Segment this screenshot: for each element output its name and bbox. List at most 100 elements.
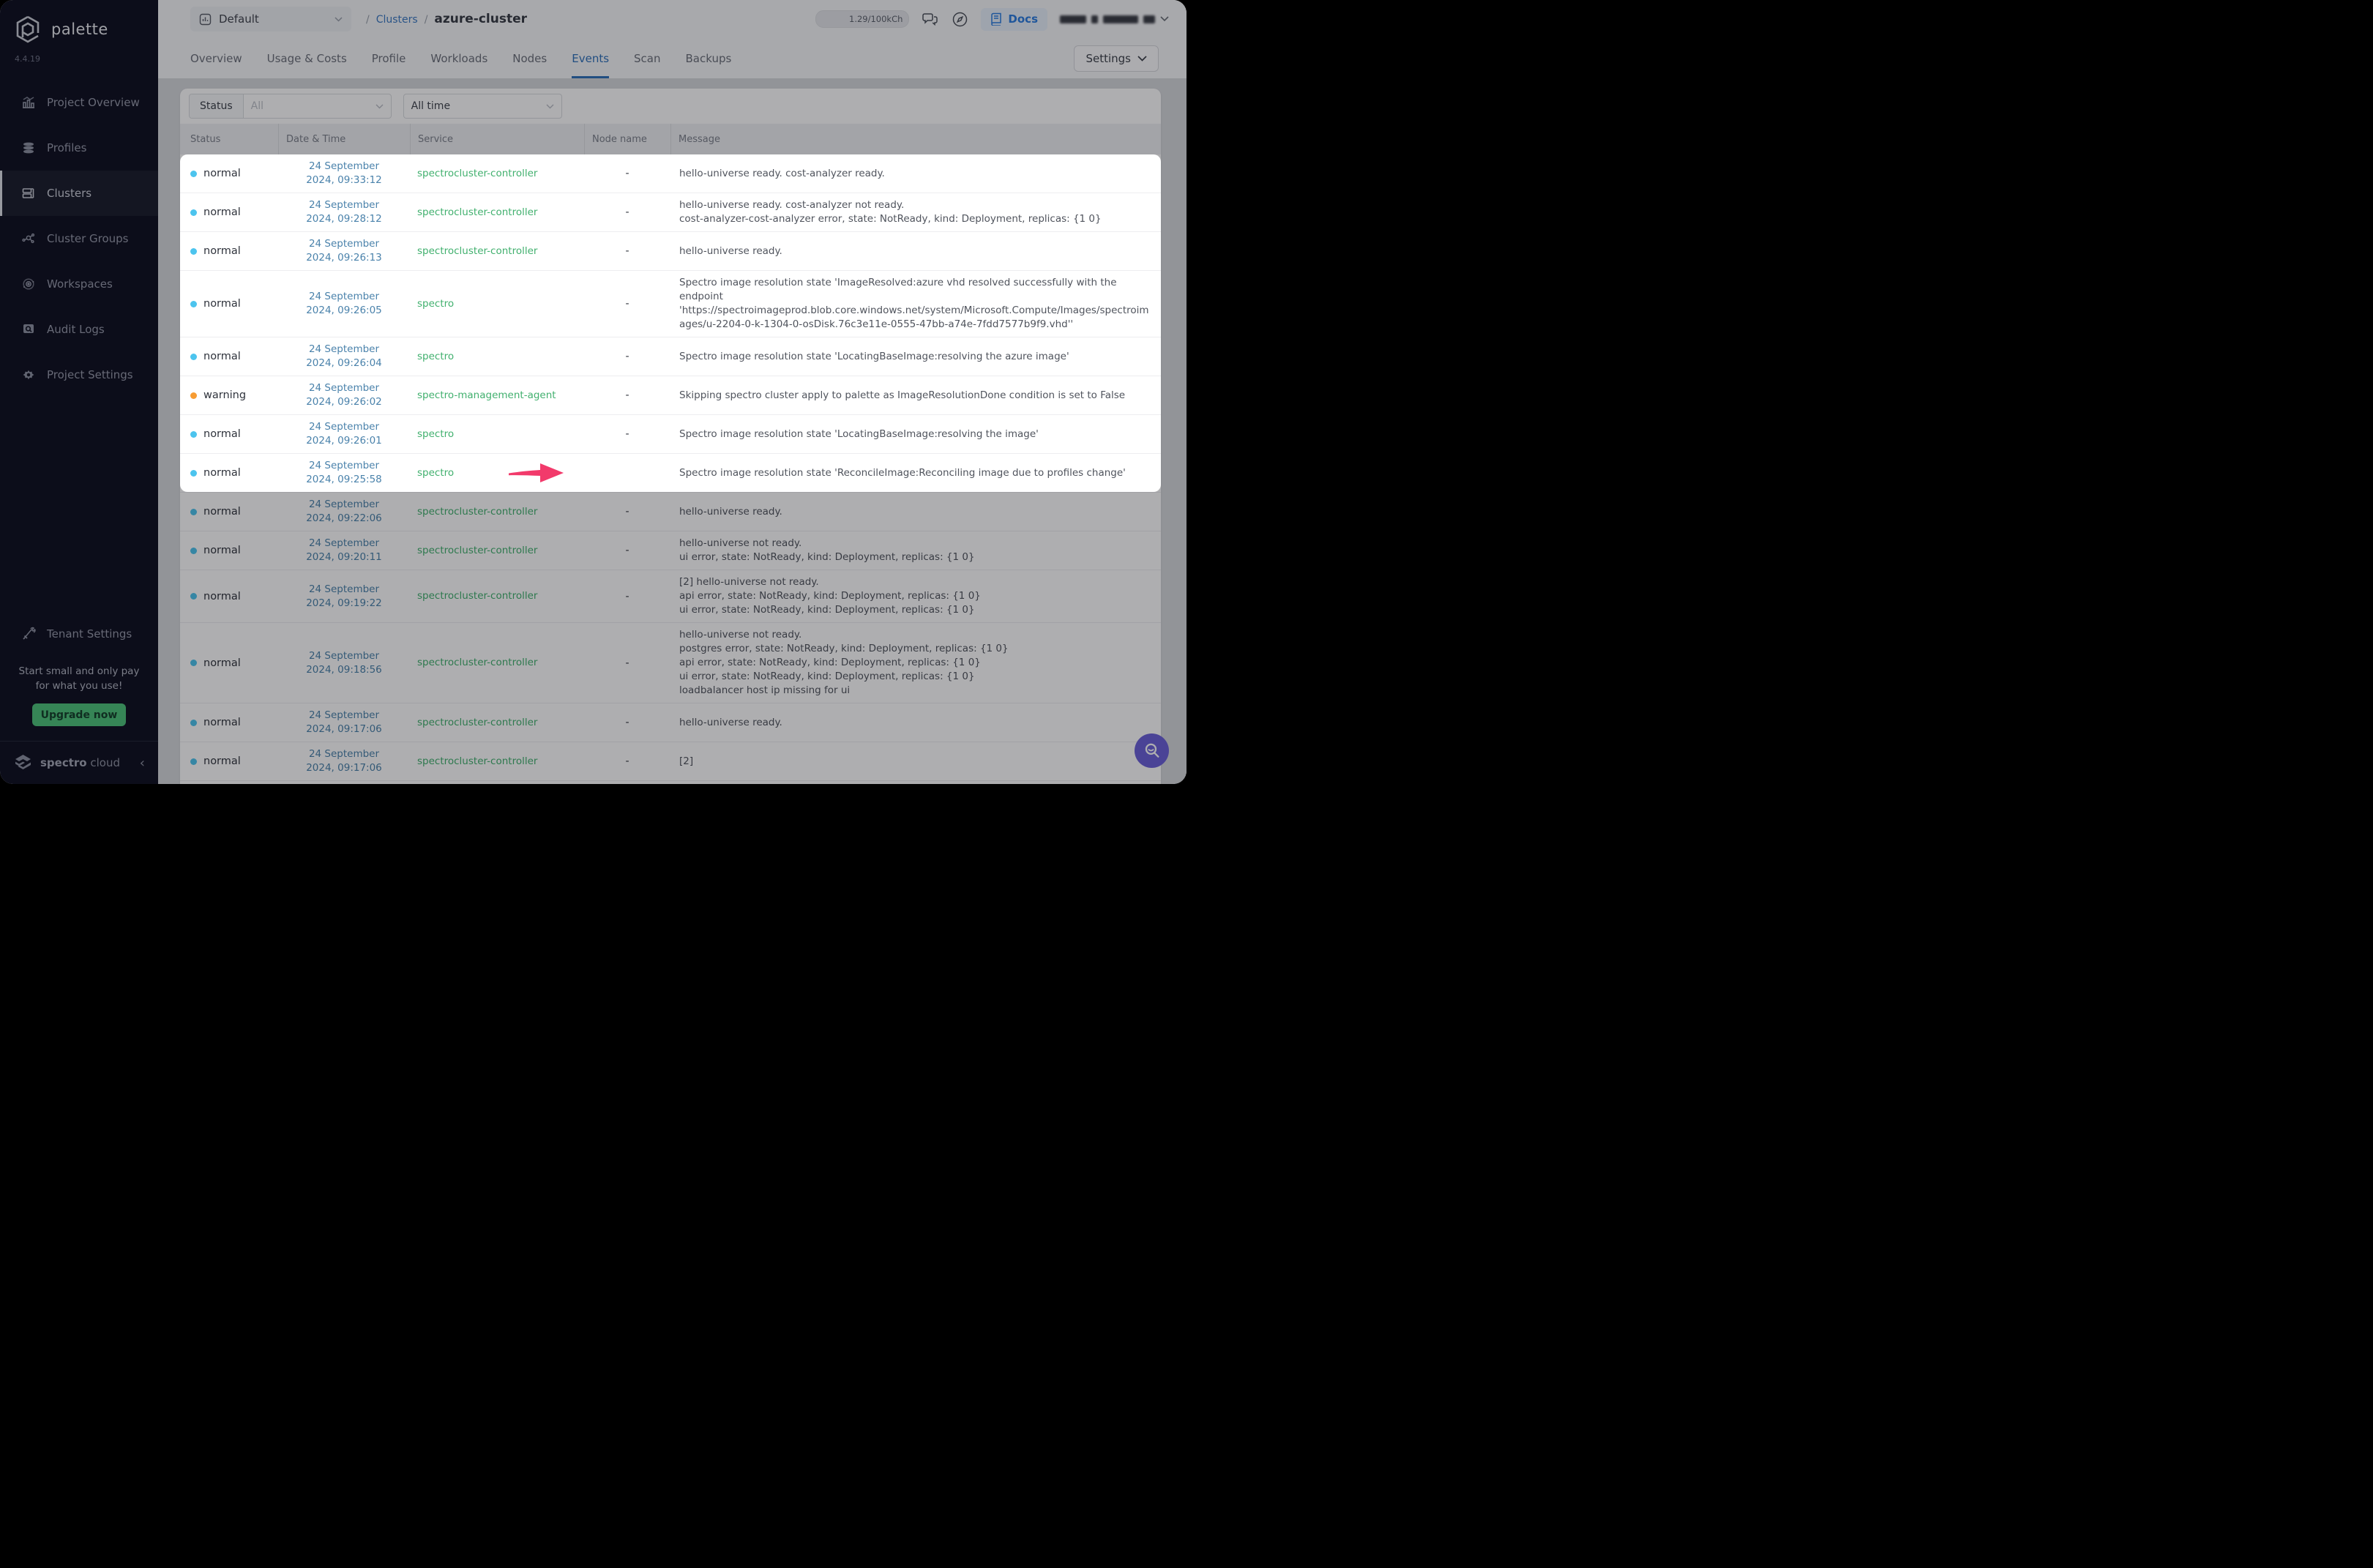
tab-events[interactable]: Events	[572, 38, 609, 78]
redacted-text-block	[1091, 15, 1098, 23]
tab-scan[interactable]: Scan	[634, 38, 660, 78]
events-content: Status All All time Status Date & Time S…	[158, 78, 1186, 784]
node-cell: -	[584, 755, 670, 767]
cluster-groups-icon	[21, 231, 36, 246]
col-status: Status	[180, 124, 278, 154]
chevron-down-icon	[335, 17, 343, 22]
sidebar-item-audit-logs[interactable]: Audit Logs	[0, 307, 158, 352]
gear-icon	[21, 367, 36, 382]
sidebar-item-workspaces[interactable]: Workspaces	[0, 261, 158, 307]
sidebar: palette 4.4.19 Project Overview Profiles…	[0, 0, 158, 784]
tab-overview[interactable]: Overview	[190, 38, 242, 78]
table-row[interactable]: normal 24 September2024, 09:17:06 spectr…	[180, 703, 1161, 742]
date-cell: 24 September2024, 09:17:06	[278, 747, 410, 775]
breadcrumb-clusters-link[interactable]: Clusters	[376, 14, 418, 26]
message-cell: hello-universe ready. cost-analyzer not …	[670, 198, 1161, 226]
sidebar-item-project-overview[interactable]: Project Overview	[0, 80, 158, 125]
sidebar-collapse-icon[interactable]: ‹	[140, 755, 145, 771]
node-cell: -	[584, 545, 670, 556]
search-fab-button[interactable]	[1135, 733, 1169, 768]
chevron-down-icon	[1160, 16, 1169, 22]
node-cell: -	[584, 389, 670, 401]
status-dot-icon	[190, 470, 197, 477]
upgrade-now-button[interactable]: Upgrade now	[32, 703, 126, 726]
logo-row: palette	[0, 0, 158, 47]
table-row[interactable]: normal 24 September2024, 09:18:56 spectr…	[180, 622, 1161, 703]
date-cell: 24 September2024, 09:33:12	[278, 160, 410, 187]
message-cell: Spectro image resolution state 'ImageRes…	[670, 276, 1161, 332]
date-cell: 24 September2024, 09:26:01	[278, 420, 410, 448]
top-toolbar: Default / Clusters / azure-cluster 1.29/…	[158, 0, 1186, 38]
status-cell: normal	[180, 168, 278, 179]
table-row[interactable]: warning 24 September2024, 09:26:02 spect…	[180, 376, 1161, 414]
service-cell: spectro	[410, 350, 584, 364]
tab-workloads[interactable]: Workloads	[430, 38, 487, 78]
filters-bar: Status All All time	[180, 89, 1161, 124]
tab-usage-costs[interactable]: Usage & Costs	[267, 38, 347, 78]
project-selector[interactable]: Default	[190, 7, 351, 31]
date-cell: 24 September2024, 09:17:06	[278, 709, 410, 736]
status-filter[interactable]: Status All	[189, 94, 392, 119]
status-dot-icon	[190, 509, 197, 515]
user-menu-redacted[interactable]	[1060, 15, 1169, 23]
topbar-right: 1.29/100kCh Docs	[815, 8, 1169, 31]
status-dot-icon	[190, 209, 197, 216]
tab-profile[interactable]: Profile	[372, 38, 406, 78]
sidebar-item-clusters[interactable]: Clusters	[0, 171, 158, 216]
node-cell: -	[584, 591, 670, 602]
table-row[interactable]: normal 24 September2024, 09:26:13 spectr…	[180, 231, 1161, 270]
message-cell: [2]	[670, 755, 1161, 769]
tab-nodes[interactable]: Nodes	[512, 38, 547, 78]
settings-button[interactable]: Settings	[1074, 45, 1159, 72]
status-cell: normal	[180, 755, 278, 767]
time-filter-value: All time	[404, 100, 457, 112]
service-cell: spectrocluster-controller	[410, 589, 584, 603]
service-cell: spectro-management-agent	[410, 389, 584, 403]
sidebar-item-tenant-settings[interactable]: Tenant Settings	[0, 611, 158, 657]
status-dot-icon	[190, 248, 197, 255]
table-row[interactable]: normal 24 September2024, 09:26:05 spectr…	[180, 270, 1161, 337]
status-cell: normal	[180, 206, 278, 218]
spectro-cloud-wordmark: spectro cloud	[40, 756, 120, 769]
chevron-down-icon	[368, 104, 391, 109]
table-row[interactable]: normal 24 September2024, 09:17:06 spectr…	[180, 742, 1161, 780]
status-cell: normal	[180, 245, 278, 257]
service-cell: spectrocluster-controller	[410, 505, 584, 519]
status-cell: normal	[180, 717, 278, 728]
table-row[interactable]: error 24 September spectro-management-ag…	[180, 780, 1161, 784]
chart-icon	[21, 95, 36, 110]
status-cell: normal	[180, 657, 278, 669]
status-dot-icon	[190, 720, 197, 726]
events-card: Status All All time Status Date & Time S…	[180, 89, 1161, 784]
table-row[interactable]: normal 24 September2024, 09:20:11 spectr…	[180, 531, 1161, 570]
service-cell: spectrocluster-controller	[410, 544, 584, 558]
table-row[interactable]: normal 24 September2024, 09:25:58 spectr…	[180, 453, 1161, 492]
table-row[interactable]: normal 24 September2024, 09:33:12 spectr…	[180, 154, 1161, 193]
sidebar-item-project-settings[interactable]: Project Settings	[0, 352, 158, 397]
node-cell: -	[584, 428, 670, 440]
sidebar-item-cluster-groups[interactable]: Cluster Groups	[0, 216, 158, 261]
main-area: Default / Clusters / azure-cluster 1.29/…	[158, 0, 1186, 784]
table-row[interactable]: normal 24 September2024, 09:26:01 spectr…	[180, 414, 1161, 453]
compass-icon[interactable]	[952, 11, 968, 28]
message-cell: Skipping spectro cluster apply to palett…	[670, 389, 1161, 403]
table-row[interactable]: normal 24 September2024, 09:28:12 spectr…	[180, 193, 1161, 231]
search-icon	[1143, 742, 1162, 761]
date-cell: 24 September2024, 09:20:11	[278, 537, 410, 564]
table-row[interactable]: normal 24 September2024, 09:26:04 spectr…	[180, 337, 1161, 376]
table-row[interactable]: normal 24 September2024, 09:22:06 spectr…	[180, 492, 1161, 531]
usage-meter-value: 1.29/100kCh	[849, 14, 903, 24]
clusters-icon	[21, 186, 36, 201]
table-row[interactable]: normal 24 September2024, 09:19:22 spectr…	[180, 570, 1161, 622]
docs-button[interactable]: Docs	[981, 8, 1047, 31]
col-service: Service	[410, 124, 584, 154]
node-cell: -	[584, 245, 670, 257]
tab-backups[interactable]: Backups	[686, 38, 732, 78]
status-dot-icon	[190, 171, 197, 177]
sidebar-nav: Project Overview Profiles Clusters Clust…	[0, 80, 158, 397]
sidebar-item-profiles[interactable]: Profiles	[0, 125, 158, 171]
service-cell: spectrocluster-controller	[410, 206, 584, 220]
chat-icon[interactable]	[922, 10, 939, 28]
time-filter[interactable]: All time	[403, 94, 562, 119]
status-cell: warning	[180, 389, 278, 401]
